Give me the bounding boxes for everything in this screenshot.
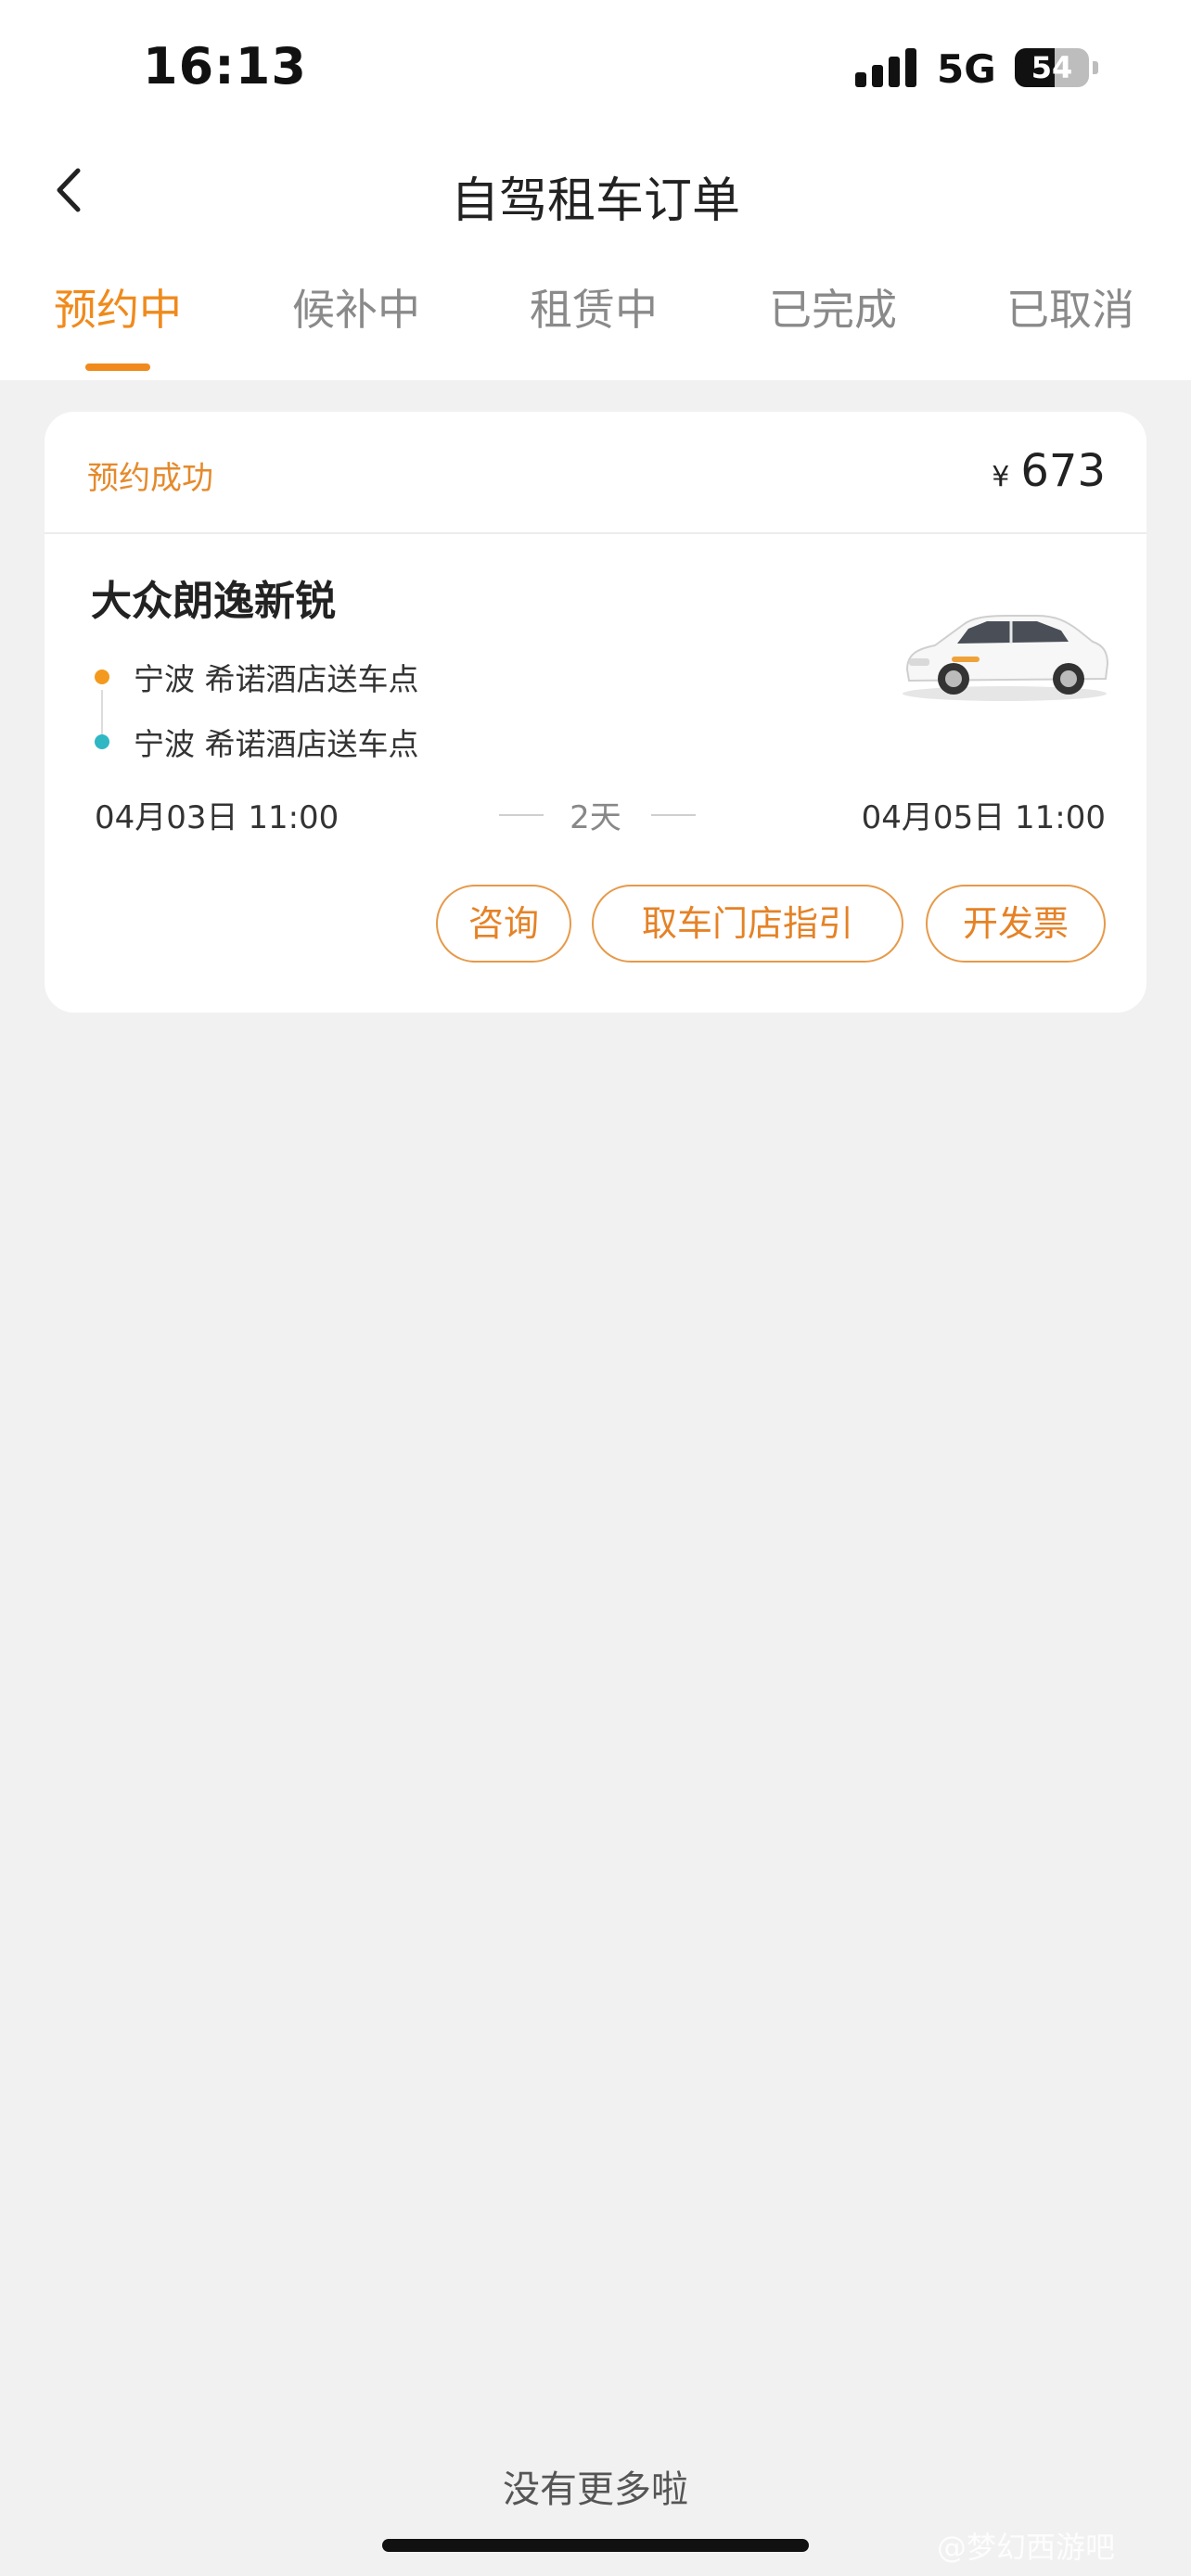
watermark: @梦幻西游吧 bbox=[937, 2530, 1116, 2565]
consult-button[interactable]: 咨询 bbox=[436, 885, 571, 963]
tab-renting[interactable]: 租赁中 bbox=[492, 276, 696, 338]
active-tab-indicator bbox=[85, 363, 150, 371]
tab-completed[interactable]: 已完成 bbox=[731, 276, 935, 338]
order-card-header: 预约成功 ¥673 bbox=[45, 412, 1146, 534]
battery-icon: 54 bbox=[1015, 48, 1089, 87]
battery-tip bbox=[1093, 61, 1098, 74]
order-status: 预约成功 bbox=[87, 460, 213, 497]
return-dot-icon bbox=[95, 734, 109, 749]
order-price: ¥673 bbox=[992, 445, 1106, 497]
tab-waitlist[interactable]: 候补中 bbox=[254, 276, 458, 338]
pickup-location: 宁波 希诺酒店送车点 bbox=[134, 661, 419, 697]
signal-icon bbox=[855, 46, 920, 87]
tab-cancelled[interactable]: 已取消 bbox=[968, 276, 1172, 338]
nav-header: 自驾租车订单 bbox=[0, 130, 1191, 250]
battery-level: 54 bbox=[1031, 50, 1073, 85]
end-time: 04月05日 11:00 bbox=[861, 799, 1106, 836]
pickup-dot-icon bbox=[95, 670, 109, 684]
currency-symbol: ¥ bbox=[992, 461, 1010, 493]
network-type: 5G bbox=[937, 46, 996, 92]
status-time: 16:13 bbox=[143, 37, 307, 96]
invoice-button[interactable]: 开发票 bbox=[926, 885, 1106, 963]
screen: 16:13 5G 54 自驾租车订单 预约中 候补中 租赁中 已完成 已取消 预… bbox=[0, 0, 1191, 2576]
home-indicator[interactable] bbox=[382, 2539, 809, 2552]
tab-booking[interactable]: 预约中 bbox=[16, 276, 220, 338]
status-bar: 16:13 5G 54 bbox=[0, 0, 1191, 130]
order-tabs: 预约中 候补中 租赁中 已完成 已取消 bbox=[0, 250, 1191, 380]
page-title: 自驾租车订单 bbox=[450, 173, 740, 229]
order-card[interactable]: 预约成功 ¥673 大众朗逸新锐 宁波 希诺酒店送车点 宁波 希诺酒店送车点 0… bbox=[45, 412, 1146, 1013]
no-more-text: 没有更多啦 bbox=[503, 2468, 688, 2511]
price-value: 673 bbox=[1020, 445, 1106, 497]
store-guide-button[interactable]: 取车门店指引 bbox=[592, 885, 903, 963]
car-image bbox=[903, 615, 1109, 701]
duration-line-right bbox=[651, 814, 696, 816]
return-location: 宁波 希诺酒店送车点 bbox=[134, 726, 419, 762]
car-name: 大众朗逸新锐 bbox=[91, 578, 336, 625]
